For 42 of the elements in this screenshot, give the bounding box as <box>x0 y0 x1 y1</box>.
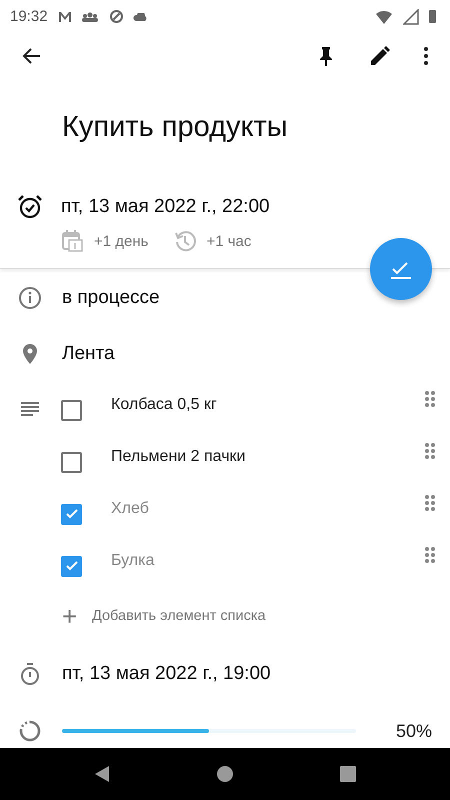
signal-icon <box>403 8 419 24</box>
reminder-date[interactable]: пт, 13 мая 2022 г., 22:00 <box>61 196 270 218</box>
progress-percent: 50% <box>396 720 432 742</box>
location[interactable]: Лента <box>62 343 115 365</box>
checklist-item-text[interactable]: Пельмени 2 пачки <box>111 448 424 466</box>
edit-icon[interactable] <box>368 44 392 68</box>
add-icon[interactable]: + <box>62 600 82 632</box>
drag-handle-icon[interactable] <box>424 546 436 564</box>
checklist-item-text[interactable]: Колбаса 0,5 кг <box>111 396 424 414</box>
stopwatch-icon <box>18 662 42 686</box>
drag-handle-icon[interactable] <box>424 442 436 460</box>
home-icon[interactable] <box>216 765 234 783</box>
drag-handle-icon[interactable] <box>424 494 436 512</box>
checkbox[interactable] <box>61 400 82 420</box>
recents-icon[interactable] <box>339 765 358 783</box>
snooze-day-button[interactable]: +1 день <box>62 229 148 253</box>
calendar-icon <box>62 229 84 253</box>
snooze-hour-button[interactable]: +1 час <box>174 229 252 253</box>
status-time: 19:32 <box>10 8 48 25</box>
history-icon <box>174 230 196 252</box>
checkbox[interactable] <box>61 504 82 524</box>
checkbox[interactable] <box>61 556 82 576</box>
mail-icon <box>58 10 72 22</box>
progress-icon <box>18 719 42 743</box>
drag-handle-icon[interactable] <box>424 390 436 408</box>
checkbox[interactable] <box>61 452 82 472</box>
group-icon <box>82 12 100 22</box>
wifi-icon <box>375 10 393 24</box>
info-icon <box>18 286 42 310</box>
battery-icon <box>429 10 436 23</box>
more-icon[interactable] <box>422 44 430 68</box>
add-list-item-link[interactable]: Добавить элемент списка <box>92 608 266 624</box>
cloud-icon <box>132 12 147 20</box>
due-date[interactable]: пт, 13 мая 2022 г., 19:00 <box>62 663 271 685</box>
alarm-clock-icon <box>17 194 43 220</box>
back-nav-icon[interactable] <box>92 765 111 783</box>
blocked-icon <box>110 10 123 23</box>
task-title: Купить продукты <box>61 110 289 145</box>
checklist-item-text[interactable]: Булка <box>111 552 424 570</box>
complete-button[interactable] <box>370 238 432 300</box>
task-status[interactable]: в процессе <box>62 287 160 309</box>
checklist-item-text[interactable]: Хлеб <box>111 500 424 518</box>
